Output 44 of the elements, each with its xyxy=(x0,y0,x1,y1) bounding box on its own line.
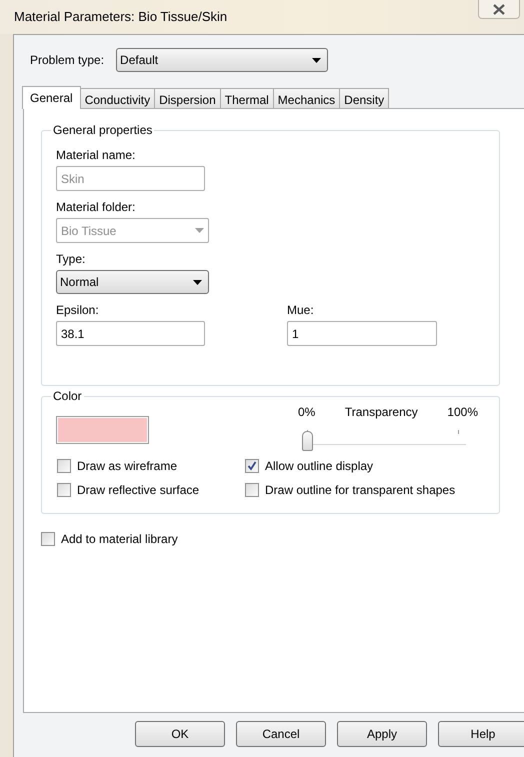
checkbox[interactable] xyxy=(245,459,259,473)
close-button[interactable] xyxy=(478,0,520,19)
slider-label: 0% xyxy=(298,405,316,419)
caret-icon xyxy=(193,280,202,284)
caret-icon xyxy=(312,58,322,62)
checkbox[interactable] xyxy=(245,483,259,497)
text-field[interactable]: 38.1 xyxy=(56,321,205,346)
dialog-button[interactable]: Cancel xyxy=(236,721,326,747)
tab[interactable]: Conductivity xyxy=(80,88,156,108)
tab[interactable]: General xyxy=(22,86,81,109)
dropdown[interactable]: Normal xyxy=(56,270,209,294)
field-label: Type: xyxy=(56,252,86,266)
checkbox[interactable] xyxy=(57,459,71,473)
group-title: General properties xyxy=(51,123,154,137)
checkbox-label: Draw outline for transparent shapes xyxy=(265,482,456,499)
checkbox-label: Draw as wireframe xyxy=(77,458,178,475)
tab[interactable]: Mechanics xyxy=(272,88,340,108)
caret-icon xyxy=(195,228,204,233)
dialog-button[interactable]: OK xyxy=(135,721,225,747)
text-field[interactable]: 1 xyxy=(287,321,437,346)
slider-label: 100% xyxy=(447,405,478,419)
tab[interactable]: Dispersion xyxy=(154,88,221,108)
checkbox-label: Add to material library xyxy=(61,531,178,548)
checkbox-label: Allow outline display xyxy=(265,458,374,475)
field-label: Epsilon: xyxy=(56,303,100,317)
checkbox[interactable] xyxy=(57,483,71,497)
dialog-button[interactable]: Help xyxy=(438,721,524,747)
close-icon xyxy=(493,4,505,14)
field-label: Mue: xyxy=(287,303,315,317)
field-label: Problem type: xyxy=(30,52,104,69)
color-swatch[interactable] xyxy=(57,417,148,443)
window-title: Material Parameters: Bio Tissue/Skin xyxy=(14,8,228,26)
slider-thumb[interactable] xyxy=(302,431,313,451)
field-label: Material name: xyxy=(56,148,136,162)
dialog-button[interactable]: Apply xyxy=(337,721,427,747)
field-label: Material folder: xyxy=(56,200,136,214)
tab[interactable]: Density xyxy=(339,88,390,108)
group-title: Color xyxy=(51,389,84,403)
checkbox[interactable] xyxy=(41,532,55,546)
slider-label: Transparency xyxy=(344,405,418,419)
checkbox-label: Draw reflective surface xyxy=(77,482,200,499)
problem-type-dropdown[interactable]: Default xyxy=(116,48,328,72)
transparency-slider[interactable] xyxy=(302,429,466,449)
tab[interactable]: Thermal xyxy=(220,88,274,108)
